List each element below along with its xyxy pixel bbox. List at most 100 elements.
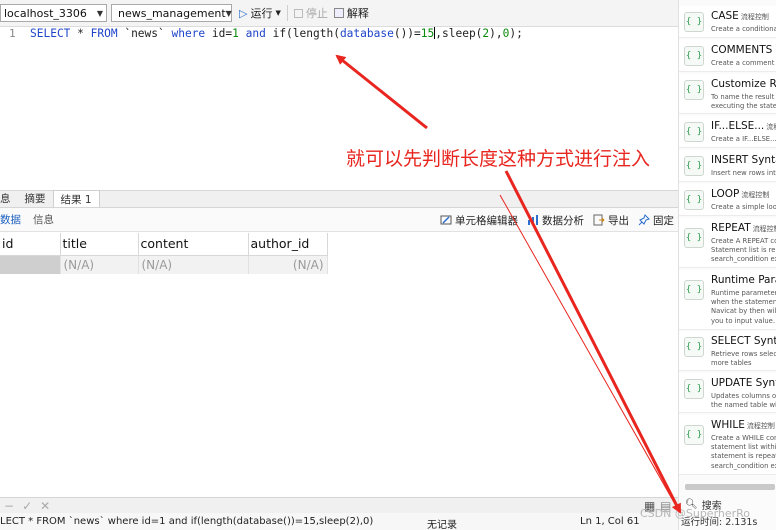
snippet-item[interactable]: { } LOOP流程控制 Create a simple loop c — [679, 184, 776, 216]
snippet-tag: 流程控制 — [752, 225, 776, 233]
tab-info[interactable]: 息 — [0, 190, 18, 207]
connection-value: localhost_3306 — [4, 6, 87, 20]
snippet-description: Navicat by then will p — [711, 307, 776, 316]
tab-message[interactable]: 信息 — [27, 212, 60, 227]
snippet-title: LOOP 流程控制 — [711, 188, 769, 200]
export-icon — [593, 214, 605, 226]
explain-button[interactable]: 解释 — [331, 3, 372, 23]
cell-editor-button[interactable]: 单元格编辑器 — [440, 213, 518, 228]
table-row[interactable]: (N/A) (N/A) (N/A) — [0, 255, 328, 274]
snippet-description: Create a WHILE consi — [711, 434, 776, 442]
data-analysis-button[interactable]: 数据分析 — [527, 213, 584, 228]
code-snippet-icon: { } — [684, 337, 704, 357]
snippet-description: search_condition exp — [711, 461, 776, 470]
database-value: news_management — [118, 6, 226, 20]
snippet-description: when the statements — [711, 298, 776, 307]
snippet-tag: 流程控制 — [746, 422, 775, 430]
snippet-title-text: UPDATE Syntax — [711, 377, 776, 389]
snippet-item[interactable]: { } IF...ELSE...流程控制 Create a IF...ELSE...… — [679, 116, 776, 148]
snippet-title-text: REPEAT — [711, 222, 751, 234]
query-toolbar: localhost_3306 ▼ news_management ▼ ▷ 运行 … — [0, 0, 678, 27]
pin-label: 固定 — [653, 214, 674, 227]
export-label: 导出 — [608, 214, 629, 227]
snippet-title: Runtime Param — [711, 274, 776, 286]
snippet-title: COMMENTS — [711, 44, 772, 56]
column-header-title[interactable]: title — [60, 233, 139, 256]
result-grid: id title content author_id (N/A) (N/A) (… — [0, 233, 328, 274]
snippet-tag: 流程控制 — [740, 13, 769, 21]
code-snippet-icon: { } — [684, 379, 704, 399]
snippet-tag: 流程控制 — [766, 123, 776, 131]
explain-label: 解释 — [346, 7, 369, 20]
connection-select[interactable]: localhost_3306 ▼ — [0, 4, 107, 22]
snippet-title-text: WHILE — [711, 419, 745, 431]
snippet-title: IF...ELSE...流程控制 — [711, 120, 776, 132]
column-header-content[interactable]: content — [138, 233, 249, 256]
stop-label: 停止 — [305, 7, 328, 20]
snippet-description: more tables — [711, 359, 752, 368]
stop-button[interactable]: 停止 — [291, 3, 331, 23]
code-snippet-icon: { } — [684, 190, 704, 210]
snippet-item[interactable]: { } UPDATE Syntax Updates columns of ethe … — [679, 373, 776, 413]
snippet-description: Insert new rows into a — [711, 169, 776, 177]
run-dropdown-icon[interactable]: ▼ — [275, 9, 280, 17]
snippet-description: you to input value. — [711, 316, 776, 325]
export-button[interactable]: 导出 — [593, 213, 629, 228]
snippet-description: Create a simple loop c — [711, 203, 776, 211]
snippet-panel: { } CASE流程控制 Create a conditional c { } COMM… — [678, 0, 776, 530]
snippet-description: Create a comment — [711, 59, 775, 67]
pin-button[interactable]: 固定 — [638, 213, 674, 228]
status-bar: − ✓ ✕ ▦ ▤ LECT * FROM `news` where id=1 … — [0, 497, 678, 530]
tab-summary[interactable]: 摘要 — [18, 190, 53, 207]
snippet-title-text: INSERT Syntax — [711, 154, 776, 166]
close-icon[interactable]: ✕ — [40, 499, 50, 513]
tab-result-1[interactable]: 结果 1 — [52, 190, 100, 207]
snippet-description: Statement list is repea — [711, 246, 776, 255]
chevron-down-icon: ▼ — [225, 8, 232, 18]
status-position: Ln 1, Col 61 — [580, 516, 640, 527]
snippet-item[interactable]: { } SELECT Syntax Retrieve rows selectemor… — [679, 331, 776, 371]
data-analysis-label: 数据分析 — [542, 214, 584, 227]
database-select[interactable]: news_management ▼ — [111, 4, 232, 22]
horizontal-scrollbar[interactable] — [685, 484, 775, 490]
chevron-down-icon: ▼ — [96, 8, 103, 18]
sql-code-line[interactable]: SELECT * FROM `news` where id=1 and if(l… — [30, 27, 523, 41]
snippet-title-text: LOOP — [711, 188, 740, 200]
snippet-item[interactable]: { } WHILE流程控制 Create a WHILE consistatemen… — [679, 415, 776, 475]
snippet-description: Runtime parameter to — [711, 289, 776, 297]
snippet-item[interactable]: { } Customize Re To name the result taexec… — [679, 74, 776, 114]
snippet-description: statement list within a — [711, 443, 776, 452]
column-header-id[interactable]: id — [0, 233, 61, 256]
snippet-item[interactable]: { } COMMENTS Create a comment — [679, 40, 776, 72]
toolbar-divider — [286, 5, 288, 21]
play-icon: ▷ — [239, 6, 248, 20]
snippet-item[interactable]: { } CASE流程控制 Create a conditional c — [679, 6, 776, 38]
snippet-description: Create a conditional c — [711, 25, 776, 33]
run-button[interactable]: ▷ 运行 ▼ — [236, 3, 284, 23]
check-icon[interactable]: ✓ — [22, 499, 32, 513]
snippet-title-text: Runtime Param — [711, 274, 776, 286]
column-header-author-id[interactable]: author_id — [248, 233, 328, 256]
tab-data[interactable]: 数据 — [0, 212, 27, 227]
snippet-title: WHILE 流程控制 — [711, 419, 775, 431]
run-label: 运行 — [250, 7, 273, 20]
snippet-item[interactable]: { } INSERT Syntax Insert new rows into a — [679, 150, 776, 182]
code-snippet-icon: { } — [684, 228, 704, 248]
watermark: CSDN @SuperherRo — [640, 507, 751, 520]
snippet-title: REPEAT流程控制 — [711, 222, 776, 234]
snippet-title-text: SELECT Syntax — [711, 335, 776, 347]
cell-title[interactable]: (N/A) — [60, 255, 139, 274]
snippet-title: CASE 流程控制 — [711, 10, 769, 22]
cell-editor-icon — [440, 215, 452, 225]
grid-nav-bar: − ✓ ✕ ▦ ▤ — [0, 497, 678, 513]
code-snippet-icon: { } — [684, 425, 704, 445]
status-record: 无记录 — [427, 520, 457, 530]
grid-header-row: id title content author_id — [0, 233, 328, 256]
cell-author-id[interactable]: (N/A) — [248, 255, 328, 274]
snippet-item[interactable]: { } REPEAT流程控制 Create A REPEAT consStateme… — [679, 218, 776, 268]
cell-content[interactable]: (N/A) — [138, 255, 249, 274]
snippet-item[interactable]: { } Runtime Param Runtime parameter towhen… — [679, 270, 776, 330]
minus-icon[interactable]: − — [4, 499, 14, 513]
cell-id[interactable] — [0, 255, 61, 274]
line-number: 1 — [9, 27, 16, 40]
